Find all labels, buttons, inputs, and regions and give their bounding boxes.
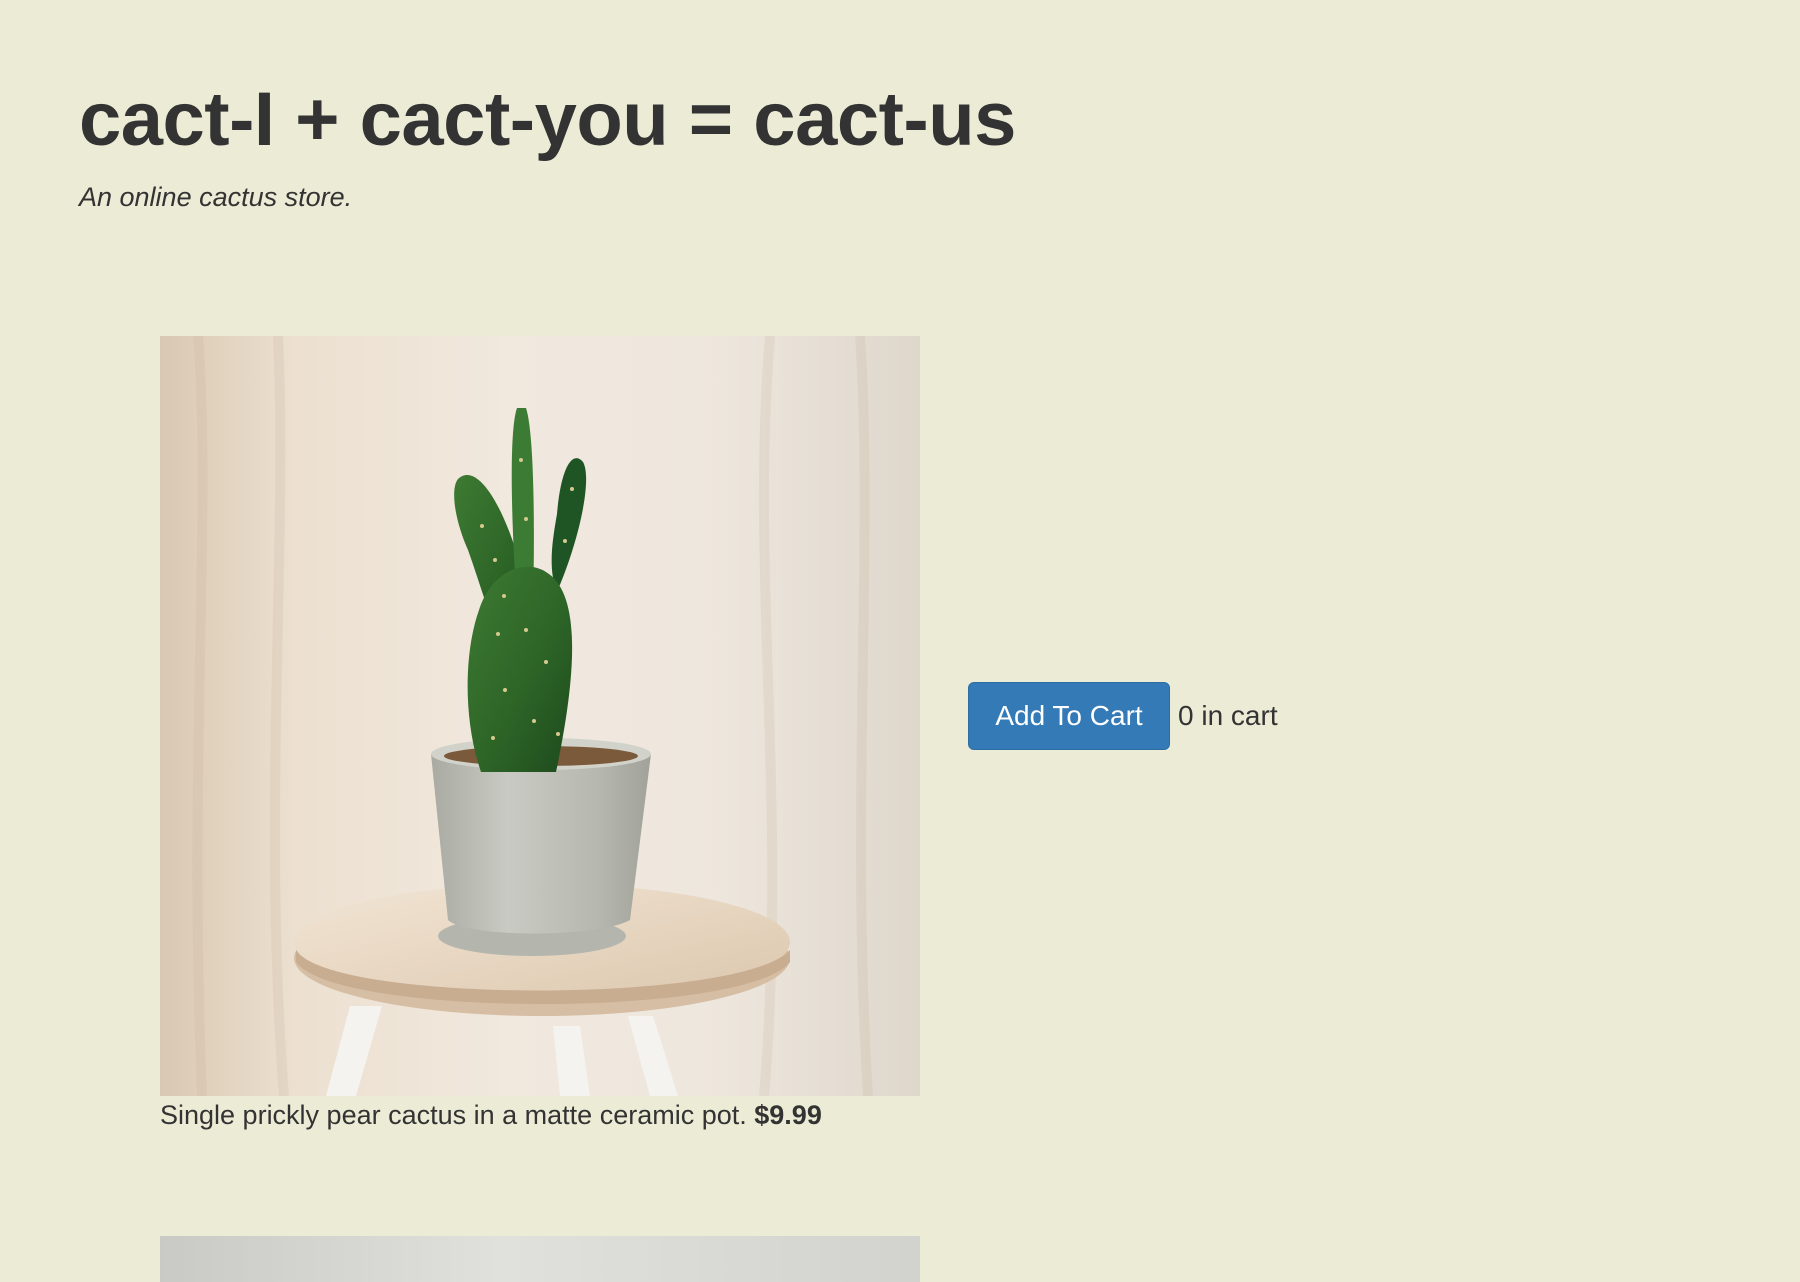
product-price: $9.99 — [754, 1100, 822, 1130]
next-product-image[interactable] — [160, 1236, 920, 1282]
cart-controls: Add To Cart 0 in cart — [968, 682, 1278, 750]
product-description-text: Single prickly pear cactus in a matte ce… — [160, 1100, 747, 1130]
store-page: cact-I + cact-you = cact-us An online ca… — [0, 0, 1800, 1282]
cactus-product-image[interactable] — [160, 336, 920, 1096]
add-to-cart-button[interactable]: Add To Cart — [968, 682, 1170, 750]
product-description: Single prickly pear cactus in a matte ce… — [160, 1098, 822, 1132]
cart-count: 0 in cart — [1178, 700, 1278, 731]
page-title: cact-I + cact-you = cact-us — [79, 77, 1016, 162]
product-card: Single prickly pear cactus in a matte ce… — [160, 336, 920, 1130]
page-subtitle: An online cactus store. — [79, 182, 353, 212]
